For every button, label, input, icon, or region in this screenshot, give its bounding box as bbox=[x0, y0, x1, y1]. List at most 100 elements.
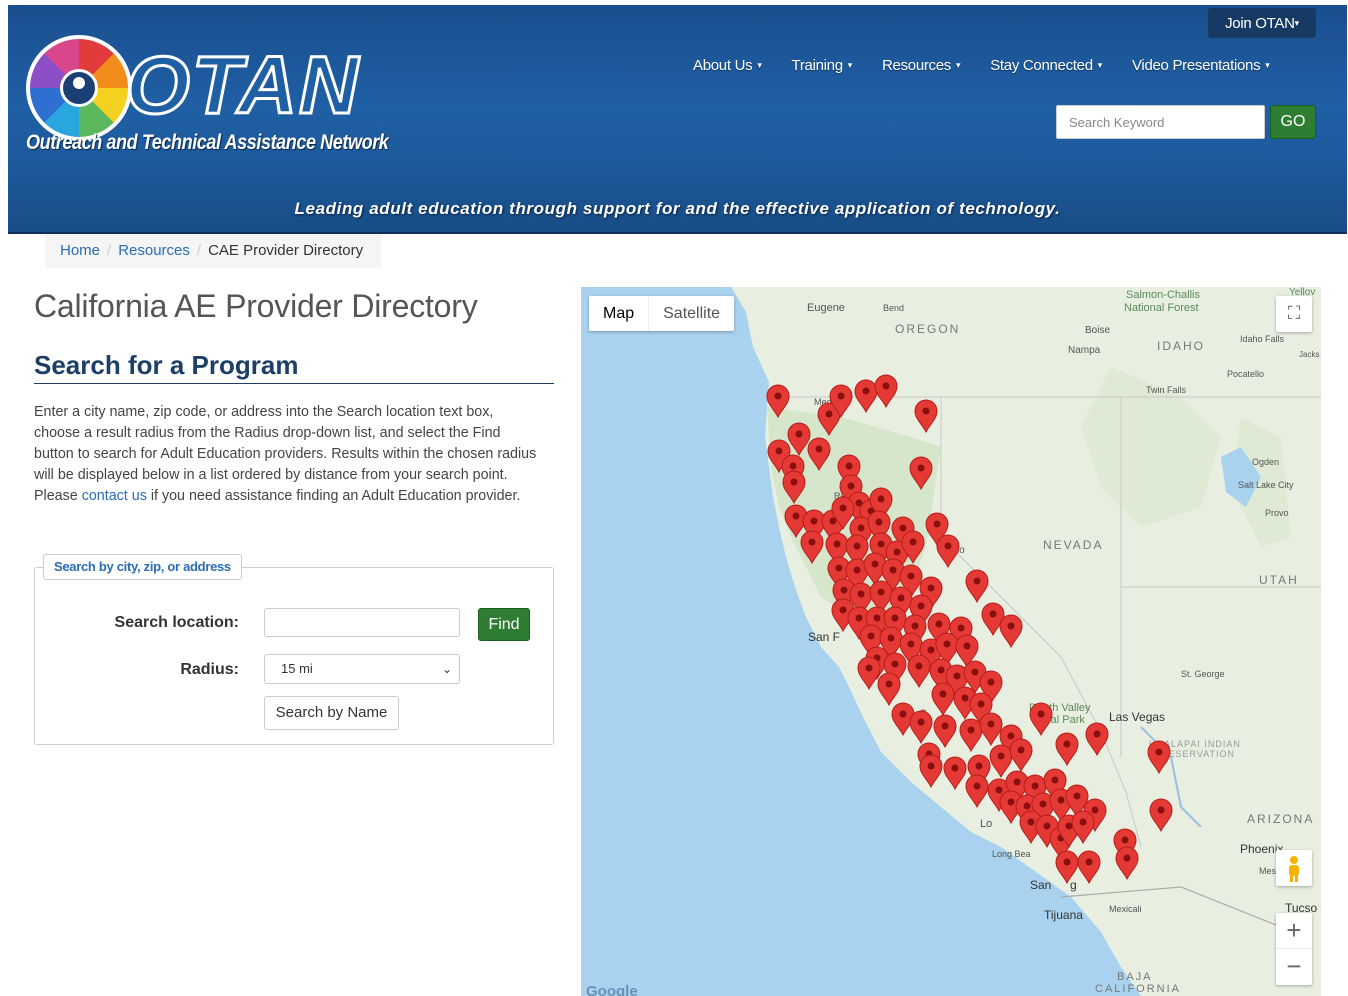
map-pin-dot bbox=[1037, 710, 1045, 718]
search-form-legend: Search by city, zip, or address bbox=[43, 554, 242, 580]
map-pin-dot bbox=[810, 517, 818, 525]
chevron-down-icon: ⌄ bbox=[441, 662, 452, 676]
map-pin-dot bbox=[1079, 818, 1087, 826]
nav-stay-connected[interactable]: Stay Connected ▾ bbox=[990, 57, 1102, 74]
map-pin-dot bbox=[857, 524, 865, 532]
logo-wordmark[interactable]: OTAN bbox=[124, 43, 360, 128]
google-logo: Google bbox=[586, 983, 638, 996]
svg-text:Pocatello: Pocatello bbox=[1227, 369, 1264, 379]
page-title: California AE Provider Directory bbox=[34, 288, 478, 324]
otan-logo-icon[interactable] bbox=[26, 35, 132, 141]
map-pin-dot bbox=[941, 722, 949, 730]
caret-down-icon: ▾ bbox=[956, 60, 961, 70]
map-pin-dot bbox=[1007, 732, 1015, 740]
map-pin-dot bbox=[937, 666, 945, 674]
map-pin-dot bbox=[891, 614, 899, 622]
join-otan-button[interactable]: Join OTAN▾ bbox=[1208, 8, 1316, 38]
search-location-input[interactable] bbox=[264, 608, 460, 637]
map-pin-dot bbox=[1043, 822, 1051, 830]
map-pin-dot bbox=[871, 560, 879, 568]
map-pin-dot bbox=[825, 410, 833, 418]
find-button[interactable]: Find bbox=[478, 608, 530, 641]
svg-text:Mexicali: Mexicali bbox=[1109, 904, 1142, 914]
map-pin-dot bbox=[909, 538, 917, 546]
map-pin-dot bbox=[1093, 730, 1101, 738]
map-pin-dot bbox=[837, 392, 845, 400]
zoom-in-button[interactable]: + bbox=[1276, 913, 1312, 949]
contact-us-link[interactable]: contact us bbox=[82, 488, 147, 504]
map-pin-dot bbox=[833, 540, 841, 548]
map-pin-dot bbox=[885, 680, 893, 688]
map-pin-dot bbox=[907, 640, 915, 648]
map-pin-dot bbox=[882, 382, 890, 390]
map-pin-dot bbox=[1057, 796, 1065, 804]
map-pin-dot bbox=[933, 520, 941, 528]
site-header: OTAN Outreach and Technical Assistance N… bbox=[8, 5, 1347, 234]
svg-text:Idaho Falls: Idaho Falls bbox=[1240, 334, 1285, 344]
go-button[interactable]: GO bbox=[1270, 105, 1316, 139]
map-pin-dot bbox=[977, 700, 985, 708]
map-pin-dot bbox=[917, 718, 925, 726]
map-pin-dot bbox=[927, 646, 935, 654]
map-pin-dot bbox=[899, 524, 907, 532]
nav-about-us[interactable]: About Us ▾ bbox=[693, 57, 762, 74]
pegman-icon[interactable] bbox=[1276, 850, 1312, 886]
map-pin-dot bbox=[1063, 858, 1071, 866]
map-type-map-button[interactable]: Map bbox=[589, 296, 648, 331]
map-pin-dot bbox=[997, 752, 1005, 760]
map-pin-dot bbox=[951, 764, 959, 772]
map-pin-dot bbox=[795, 430, 803, 438]
nav-video-presentations[interactable]: Video Presentations ▾ bbox=[1132, 57, 1270, 74]
svg-text:Salmon-Challis: Salmon-Challis bbox=[1126, 289, 1200, 301]
map-pin-dot bbox=[839, 606, 847, 614]
map-pin-dot bbox=[774, 392, 782, 400]
caret-down-icon: ▾ bbox=[757, 60, 762, 70]
provider-map[interactable]: Eugene Bend OREGON Boise Nampa IDAHO Ida… bbox=[581, 287, 1321, 996]
caret-down-icon: ▾ bbox=[1097, 60, 1103, 70]
map-pin-dot bbox=[887, 634, 895, 642]
svg-text:CALIFORNIA: CALIFORNIA bbox=[1095, 983, 1181, 995]
svg-text:Ogden: Ogden bbox=[1252, 457, 1279, 467]
map-pin-dot bbox=[839, 504, 847, 512]
svg-text:Mes: Mes bbox=[1259, 866, 1277, 876]
map-pin-dot bbox=[967, 726, 975, 734]
map-pin-dot bbox=[987, 720, 995, 728]
map-type-control: Map Satellite bbox=[589, 296, 735, 331]
breadcrumb-home[interactable]: Home bbox=[60, 242, 100, 259]
nav-training[interactable]: Training ▾ bbox=[792, 57, 853, 74]
zoom-out-button[interactable]: − bbox=[1276, 949, 1312, 985]
map-pin-dot bbox=[1091, 806, 1099, 814]
map-pin-dot bbox=[957, 624, 965, 632]
map-pin-dot bbox=[1039, 800, 1047, 808]
map-pin-dot bbox=[1027, 818, 1035, 826]
map-pin-dot bbox=[1007, 622, 1015, 630]
map-pin-dot bbox=[939, 690, 947, 698]
map-pin-dot bbox=[927, 584, 935, 592]
keyword-search-input[interactable] bbox=[1056, 105, 1265, 139]
map-pin-dot bbox=[915, 662, 923, 670]
nav-resources[interactable]: Resources ▾ bbox=[882, 57, 961, 74]
radius-select[interactable]: 15 mi ⌄ bbox=[264, 654, 460, 684]
svg-text:UTAH: UTAH bbox=[1259, 573, 1299, 587]
breadcrumb-resources[interactable]: Resources bbox=[118, 242, 190, 259]
map-canvas[interactable]: Eugene Bend OREGON Boise Nampa IDAHO Ida… bbox=[581, 287, 1321, 996]
map-pin-dot bbox=[1013, 778, 1021, 786]
map-pin-dot bbox=[973, 782, 981, 790]
map-pin-dot bbox=[1017, 746, 1025, 754]
fullscreen-icon[interactable]: ⛶ bbox=[1276, 296, 1312, 332]
map-pin-dot bbox=[917, 602, 925, 610]
radius-label: Radius: bbox=[180, 661, 239, 678]
map-pin-dot bbox=[987, 678, 995, 686]
map-pin-dot bbox=[1063, 740, 1071, 748]
search-by-name-button[interactable]: Search by Name bbox=[264, 696, 399, 730]
header-tagline: Leading adult education through support … bbox=[294, 199, 1061, 218]
map-pin-dot bbox=[862, 387, 870, 395]
map-pin-dot bbox=[1085, 858, 1093, 866]
svg-text:Boise: Boise bbox=[1085, 325, 1110, 336]
logo-tagline[interactable]: Outreach and Technical Assistance Networ… bbox=[26, 131, 389, 155]
map-pin-dot bbox=[907, 572, 915, 580]
svg-text:RESERVATION: RESERVATION bbox=[1161, 749, 1235, 759]
map-type-satellite-button[interactable]: Satellite bbox=[648, 296, 734, 331]
svg-text:St. George: St. George bbox=[1181, 669, 1225, 679]
map-pin-dot bbox=[897, 594, 905, 602]
